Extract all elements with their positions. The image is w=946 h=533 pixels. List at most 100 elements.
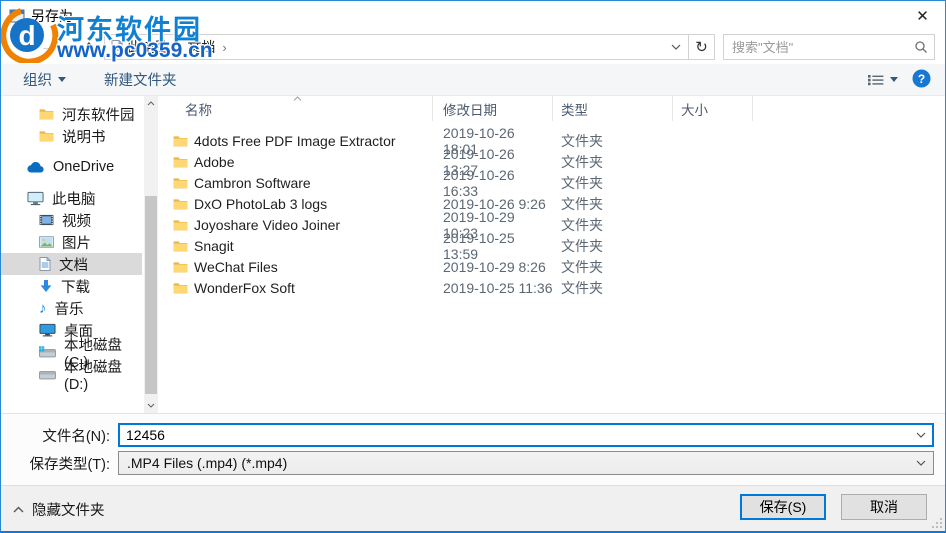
help-icon[interactable]: ?	[912, 69, 931, 91]
title-bar: 另存为 ✕	[1, 1, 945, 30]
music-note-icon: ♪	[39, 299, 47, 317]
sidebar-item-this-pc[interactable]: 此电脑	[1, 187, 142, 209]
recent-locations-chevron-icon[interactable]	[61, 37, 80, 57]
filename-dropdown-chevron-icon[interactable]	[916, 432, 926, 438]
breadcrumb-documents[interactable]: 文档	[183, 37, 219, 57]
column-header-type[interactable]: 类型	[553, 96, 673, 121]
back-icon[interactable]: ←	[9, 37, 35, 57]
folder-icon	[173, 282, 188, 293]
scroll-down-icon[interactable]	[144, 398, 158, 413]
crumb-separator-icon: ›	[176, 39, 181, 55]
table-row[interactable]: 4dots Free PDF Image Extractor 2019-10-2…	[161, 125, 945, 157]
search-box	[723, 34, 935, 60]
file-name: Adobe	[194, 153, 235, 170]
window-title: 另存为	[31, 7, 73, 24]
sidebar-item-label: 下载	[61, 279, 90, 296]
chevron-up-icon	[13, 506, 24, 513]
close-icon[interactable]: ✕	[900, 1, 945, 30]
scrollbar-thumb[interactable]	[145, 196, 157, 394]
resize-grip[interactable]	[930, 516, 943, 529]
hide-folders-button[interactable]: 隐藏文件夹	[13, 499, 105, 520]
sidebar-item-music[interactable]: ♪ 音乐	[1, 297, 142, 319]
table-row[interactable]: Cambron Software 2019-10-26 16:33 文件夹	[161, 167, 945, 199]
sidebar-item-drive-d[interactable]: 本地磁盘 (D:)	[1, 360, 142, 393]
file-type: 文件夹	[561, 132, 603, 149]
table-row[interactable]: WeChat Files 2019-10-29 8:26 文件夹	[161, 256, 945, 277]
file-type: 文件夹	[561, 216, 603, 233]
filename-input[interactable]	[118, 423, 934, 447]
save-button[interactable]: 保存(S)	[740, 494, 826, 520]
view-options-button[interactable]	[868, 74, 898, 86]
sidebar-item-label: 文档	[59, 257, 88, 274]
folder-icon	[173, 240, 188, 251]
breadcrumb-this-pc[interactable]: 此电脑	[123, 37, 173, 57]
search-input[interactable]	[724, 39, 908, 55]
chevron-down-icon	[58, 77, 66, 82]
address-dropdown-chevron-icon[interactable]	[664, 35, 688, 59]
file-type: 文件夹	[561, 258, 603, 275]
file-type: 文件夹	[561, 195, 603, 212]
folder-icon	[173, 198, 188, 209]
filetype-dropdown-chevron-icon[interactable]	[916, 460, 926, 466]
filetype-select[interactable]: .MP4 Files (.mp4) (*.mp4)	[118, 451, 934, 475]
folder-icon	[173, 177, 188, 188]
list-view-icon	[868, 74, 884, 85]
sort-ascending-icon	[293, 96, 302, 101]
table-row[interactable]: Snagit 2019-10-25 13:59 文件夹	[161, 230, 945, 262]
sidebar-item-downloads[interactable]: 下载	[1, 275, 142, 297]
filename-label: 文件名(N):	[42, 428, 110, 445]
file-list: 名称 修改日期 类型 大小 4dots Free PDF Image Extra…	[161, 96, 945, 413]
sidebar-item-videos[interactable]: 视频	[1, 209, 142, 231]
bottom-bar: 隐藏文件夹 保存(S) 取消	[1, 485, 945, 531]
file-type: 文件夹	[561, 237, 603, 254]
search-icon[interactable]	[908, 35, 934, 59]
refresh-icon[interactable]: ↻	[688, 35, 714, 59]
sidebar-item-label: 河东软件园	[62, 107, 135, 124]
table-row[interactable]: DxO PhotoLab 3 logs 2019-10-26 9:26 文件夹	[161, 193, 945, 214]
command-toolbar: 组织 新建文件夹 ?	[1, 64, 945, 96]
cancel-button[interactable]: 取消	[841, 494, 927, 520]
new-folder-button[interactable]: 新建文件夹	[104, 69, 177, 90]
file-rows: 4dots Free PDF Image Extractor 2019-10-2…	[161, 125, 945, 298]
up-icon[interactable]: ↑	[80, 37, 98, 57]
folder-icon	[39, 109, 54, 120]
sidebar-item-label: 说明书	[62, 129, 106, 146]
column-headers: 名称 修改日期 类型 大小	[161, 96, 945, 121]
location-document-icon	[111, 40, 123, 54]
file-type: 文件夹	[561, 174, 603, 191]
svg-text:?: ?	[918, 72, 925, 86]
scroll-up-icon[interactable]	[144, 96, 158, 111]
app-window-icon	[9, 9, 25, 22]
folder-icon	[173, 219, 188, 230]
forward-icon[interactable]: →	[35, 37, 61, 57]
sidebar-scrollbar[interactable]	[144, 96, 158, 413]
column-header-date[interactable]: 修改日期	[433, 96, 553, 121]
file-name: Joyoshare Video Joiner	[194, 216, 341, 233]
column-header-size[interactable]: 大小	[673, 96, 753, 121]
file-type: 文件夹	[561, 279, 603, 296]
sidebar-item-pictures[interactable]: 图片	[1, 231, 142, 253]
sidebar-item-onedrive[interactable]: OneDrive	[1, 156, 142, 178]
documents-icon	[39, 257, 51, 271]
organize-button[interactable]: 组织	[23, 69, 66, 90]
file-name: Snagit	[194, 237, 234, 254]
sidebar-item-label: 本地磁盘 (D:)	[64, 359, 122, 393]
table-row[interactable]: WonderFox Soft 2019-10-25 11:36 文件夹	[161, 277, 945, 298]
table-row[interactable]: Joyoshare Video Joiner 2019-10-29 10:23 …	[161, 209, 945, 241]
save-as-dialog: 另存为 ✕ ← → ↑ 此电脑 › 文档 › ↻ 组织	[0, 0, 946, 533]
chevron-down-icon	[890, 77, 898, 82]
drive-c-icon	[39, 346, 56, 358]
onedrive-cloud-icon	[27, 161, 44, 172]
file-name: WeChat Files	[194, 258, 278, 275]
table-row[interactable]: Adobe 2019-10-26 13:27 文件夹	[161, 146, 945, 178]
sidebar-item-manual[interactable]: 说明书	[1, 125, 142, 147]
file-name: 4dots Free PDF Image Extractor	[194, 132, 396, 149]
file-date: 2019-10-26 16:33	[443, 166, 515, 199]
file-date: 2019-10-25 11:36	[443, 279, 553, 296]
folder-icon	[173, 261, 188, 272]
sidebar-item-label: 音乐	[54, 301, 84, 318]
sidebar-item-hedong[interactable]: 河东软件园	[1, 103, 142, 125]
sidebar-item-documents[interactable]: 文档	[1, 253, 142, 275]
navigation-pane: 河东软件园 说明书 OneDrive 此电脑 视频 图片 文档 下载 ♪ 音乐 …	[1, 96, 161, 413]
folder-icon	[39, 131, 54, 142]
